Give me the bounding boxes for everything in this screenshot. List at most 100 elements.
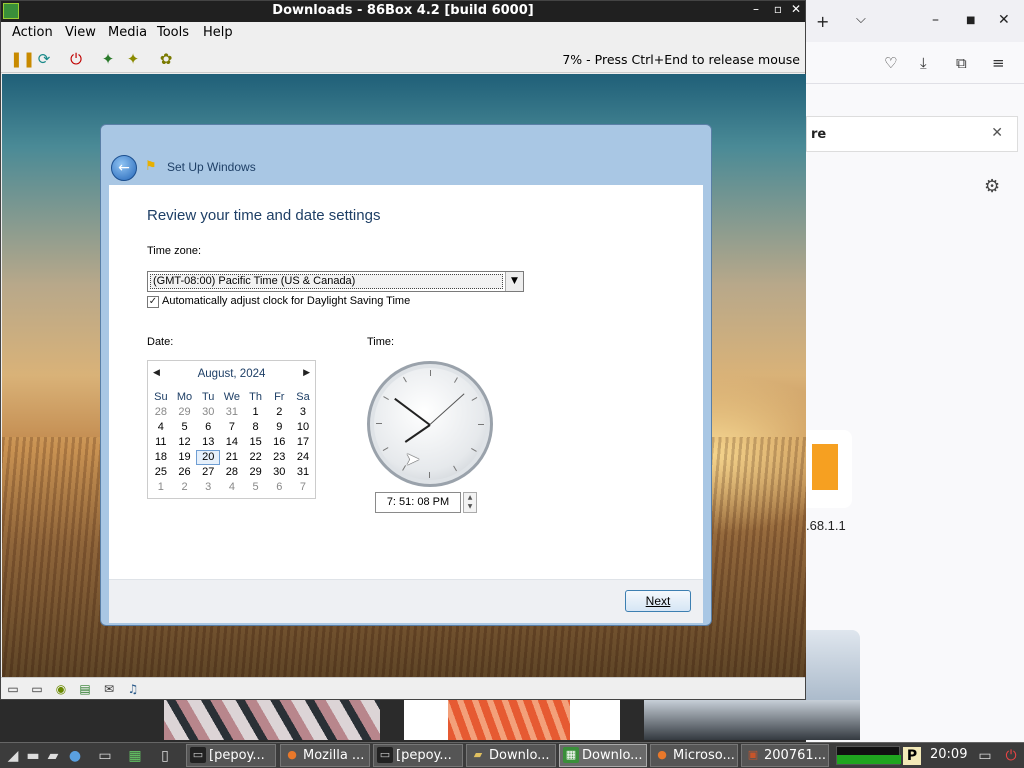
sound-icon[interactable]: ♫: [125, 681, 141, 697]
extensions-icon[interactable]: ⧉: [956, 54, 967, 72]
calendar-day[interactable]: 12: [173, 435, 197, 450]
calendar-day[interactable]: 11: [149, 435, 173, 450]
power-icon[interactable]: ⏻: [1002, 747, 1020, 765]
calendar-day[interactable]: 6: [267, 480, 291, 495]
task-button[interactable]: ▣ 200761...: [741, 744, 829, 767]
calendar-day[interactable]: 29: [173, 405, 197, 420]
maximize-button[interactable]: ▫: [769, 2, 787, 16]
calendar-day[interactable]: 3: [196, 480, 220, 495]
menu-tools[interactable]: Tools: [157, 25, 189, 40]
menu-icon[interactable]: ≡: [992, 54, 1005, 72]
calendar-day[interactable]: 31: [220, 405, 244, 420]
calendar-day[interactable]: 15: [244, 435, 268, 450]
calendar-day[interactable]: 8: [244, 420, 268, 435]
dst-label[interactable]: Automatically adjust clock for Daylight …: [162, 295, 410, 307]
desktop-icon[interactable]: ▯: [156, 747, 174, 765]
calendar-day[interactable]: 28: [149, 405, 173, 420]
timezone-select[interactable]: (GMT-08:00) Pacific Time (US & Canada) ▼: [147, 271, 524, 292]
minimize-button[interactable]: –: [747, 2, 765, 16]
calendar-day[interactable]: 5: [244, 480, 268, 495]
vm-screen[interactable]: ← ⚑ Set Up Windows Review your time and …: [2, 74, 806, 677]
calendar-day[interactable]: 30: [196, 405, 220, 420]
close-button[interactable]: ✕: [787, 2, 805, 16]
floppy-icon[interactable]: ▭: [5, 681, 21, 697]
calendar-day[interactable]: 1: [149, 480, 173, 495]
browser-close-button[interactable]: ✕: [998, 12, 1010, 28]
find-bar[interactable]: re ✕: [806, 116, 1018, 152]
thumbnail-image[interactable]: [404, 700, 620, 740]
password-manager-icon[interactable]: P: [903, 747, 921, 765]
calendar-day[interactable]: 22: [244, 450, 268, 465]
folder-icon[interactable]: ▰: [44, 747, 62, 765]
browser-maximize-button[interactable]: ■: [966, 15, 975, 26]
new-tab-button[interactable]: +: [816, 12, 829, 31]
thumbnail-image[interactable]: [644, 700, 860, 740]
cdrom-icon[interactable]: ◉: [53, 681, 69, 697]
calendar-day[interactable]: 7: [220, 420, 244, 435]
display-icon[interactable]: ▭: [976, 747, 994, 765]
date-calendar[interactable]: ◀ August, 2024 ▶ Su Mo Tu We Th Fr Sa 28 29 30 31 1…: [147, 360, 316, 499]
calendar-day[interactable]: 1: [244, 405, 268, 420]
calendar-day[interactable]: 6: [196, 420, 220, 435]
task-button[interactable]: ▭ [pepoy...: [186, 744, 276, 767]
close-icon[interactable]: ✕: [991, 125, 1003, 141]
settings-icon[interactable]: ✿: [157, 50, 175, 68]
pause-icon[interactable]: ❚❚: [10, 50, 35, 68]
start-menu-icon[interactable]: ◢: [4, 747, 22, 765]
calendar-day[interactable]: 23: [267, 450, 291, 465]
calendar-day[interactable]: 21: [220, 450, 244, 465]
task-button[interactable]: ● Microso...: [650, 744, 738, 767]
menu-view[interactable]: View: [65, 25, 96, 40]
time-spinner[interactable]: ▲ ▼: [463, 492, 477, 513]
calendar-day[interactable]: 3: [291, 405, 315, 420]
power-icon[interactable]: ⏻: [67, 50, 85, 68]
network-icon[interactable]: ✉: [101, 681, 117, 697]
back-button[interactable]: ←: [111, 155, 137, 181]
dst-checkbox[interactable]: ✓: [147, 296, 159, 308]
calendar-day[interactable]: 25: [149, 465, 173, 480]
calendar-day[interactable]: 4: [220, 480, 244, 495]
downloads-icon[interactable]: ⤓: [920, 54, 927, 72]
thumbnail-image[interactable]: [164, 700, 380, 740]
emulator-icon[interactable]: ▦: [126, 747, 144, 765]
next-button[interactable]: Next: [625, 590, 691, 612]
menu-media[interactable]: Media: [108, 25, 147, 40]
hard-disk-icon[interactable]: ▤: [77, 681, 93, 697]
pocket-icon[interactable]: ♡: [884, 54, 897, 72]
calendar-day[interactable]: 9: [267, 420, 291, 435]
clock[interactable]: 20:09: [930, 747, 967, 762]
terminal-icon[interactable]: ▭: [96, 747, 114, 765]
gear-icon[interactable]: ⚙: [984, 176, 1000, 197]
calendar-day[interactable]: 10: [291, 420, 315, 435]
calendar-day[interactable]: 31: [291, 465, 315, 480]
task-button[interactable]: ▭ [pepoy...: [373, 744, 463, 767]
shortcut-tile[interactable]: [806, 430, 852, 508]
menu-action[interactable]: Action: [12, 25, 53, 40]
calendar-day[interactable]: 26: [173, 465, 197, 480]
calendar-day[interactable]: 4: [149, 420, 173, 435]
next-month-icon[interactable]: ▶: [303, 368, 310, 378]
ctrl-alt-esc-icon[interactable]: ✦: [124, 50, 142, 68]
time-input[interactable]: 7: 51: 08 PM: [375, 492, 461, 513]
task-button[interactable]: ● Mozilla ...: [280, 744, 370, 767]
shell-icon[interactable]: ▬: [24, 747, 42, 765]
calendar-day[interactable]: 19: [173, 450, 197, 465]
calendar-day[interactable]: 16: [267, 435, 291, 450]
calendar-day[interactable]: 13: [196, 435, 220, 450]
calendar-day[interactable]: 18: [149, 450, 173, 465]
calendar-day[interactable]: 28: [220, 465, 244, 480]
calendar-day[interactable]: 5: [173, 420, 197, 435]
calendar-day[interactable]: 7: [291, 480, 315, 495]
task-button[interactable]: ▦ Downlo...: [559, 744, 647, 767]
window-titlebar[interactable]: Downloads - 86Box 4.2 [build 6000] – ▫ ✕: [1, 1, 805, 22]
calendar-day[interactable]: 2: [173, 480, 197, 495]
ctrl-alt-del-icon[interactable]: ✦: [99, 50, 117, 68]
task-button[interactable]: ▰ Downlo...: [466, 744, 556, 767]
tab-list-button[interactable]: ⌵: [856, 12, 866, 27]
calendar-day[interactable]: 29: [244, 465, 268, 480]
calendar-day[interactable]: 14: [220, 435, 244, 450]
calendar-day[interactable]: 24: [291, 450, 315, 465]
calendar-day[interactable]: 20: [196, 450, 221, 465]
browser-minimize-button[interactable]: –: [932, 12, 939, 28]
menu-help[interactable]: Help: [203, 25, 233, 40]
